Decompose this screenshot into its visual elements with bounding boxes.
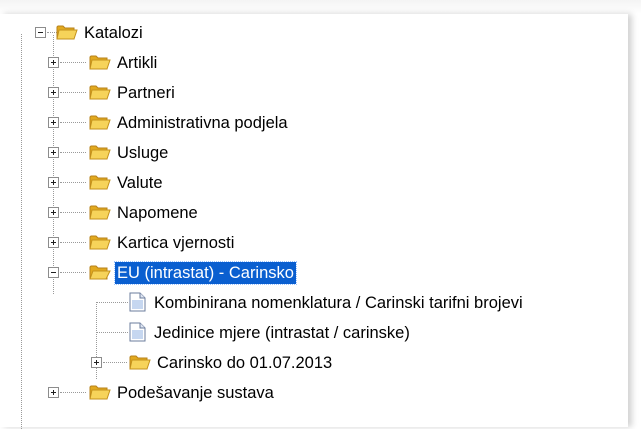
folder-icon — [89, 235, 111, 250]
tree-item-label: Podešavanje sustava — [117, 384, 274, 402]
folder-icon — [89, 175, 111, 190]
tree-line — [60, 92, 86, 93]
expand-icon[interactable] — [48, 207, 59, 218]
document-icon — [129, 322, 146, 342]
tree-item-label: Carinsko do 01.07.2013 — [157, 354, 333, 372]
tree-line — [60, 152, 86, 153]
tree-item-label: Partneri — [117, 84, 175, 102]
tree-line — [53, 35, 54, 294]
tree-line — [60, 212, 86, 213]
tree-item-label: Katalozi — [84, 24, 143, 42]
expand-icon[interactable] — [48, 57, 59, 68]
tree-item-label: Usluge — [117, 144, 169, 162]
tree-item-label: Valute — [117, 174, 163, 192]
folder-icon — [89, 385, 111, 400]
collapse-icon[interactable] — [35, 27, 46, 38]
document-icon — [129, 292, 146, 312]
tree-item-label: Napomene — [117, 204, 198, 222]
expand-icon[interactable] — [48, 237, 59, 248]
folder-icon — [89, 205, 111, 220]
expand-icon[interactable] — [91, 357, 102, 368]
tree-item-label: Jedinice mjere (intrastat / carinske) — [154, 324, 410, 342]
tree-line — [60, 62, 86, 63]
folder-icon — [89, 55, 111, 70]
folder-icon — [89, 145, 111, 160]
folder-icon — [89, 85, 111, 100]
expand-icon[interactable] — [48, 87, 59, 98]
tree-line — [60, 272, 86, 273]
tree-line — [96, 332, 128, 333]
folder-icon — [89, 115, 111, 130]
tree-line — [96, 302, 128, 303]
tree-line — [21, 34, 22, 429]
tree-line — [60, 242, 86, 243]
folder-icon — [56, 25, 78, 40]
tree-item-label: Administrativna podjela — [117, 114, 288, 132]
tree-item-label: EU (intrastat) - Carinsko — [114, 261, 297, 285]
tree-item-label: Kartica vjernosti — [117, 234, 235, 252]
collapse-icon[interactable] — [48, 267, 59, 278]
expand-icon[interactable] — [48, 117, 59, 128]
catalog-tree[interactable]: Katalozi Artikli Partneri Administrativn… — [0, 14, 628, 429]
expand-icon[interactable] — [48, 387, 59, 398]
expand-icon[interactable] — [48, 177, 59, 188]
folder-icon — [129, 355, 151, 370]
tree-item-label: Kombinirana nomenklatura / Carinski tari… — [154, 294, 523, 312]
tree-line — [60, 122, 86, 123]
expand-icon[interactable] — [48, 147, 59, 158]
tree-line — [60, 392, 86, 393]
tree-line — [103, 362, 127, 363]
window-frame: Katalozi Artikli Partneri Administrativn… — [0, 0, 641, 429]
open-folder-icon — [89, 265, 111, 280]
tree-item-label: Artikli — [117, 54, 158, 72]
tree-panel: Katalozi Artikli Partneri Administrativn… — [0, 14, 628, 429]
tree-line — [60, 182, 86, 183]
